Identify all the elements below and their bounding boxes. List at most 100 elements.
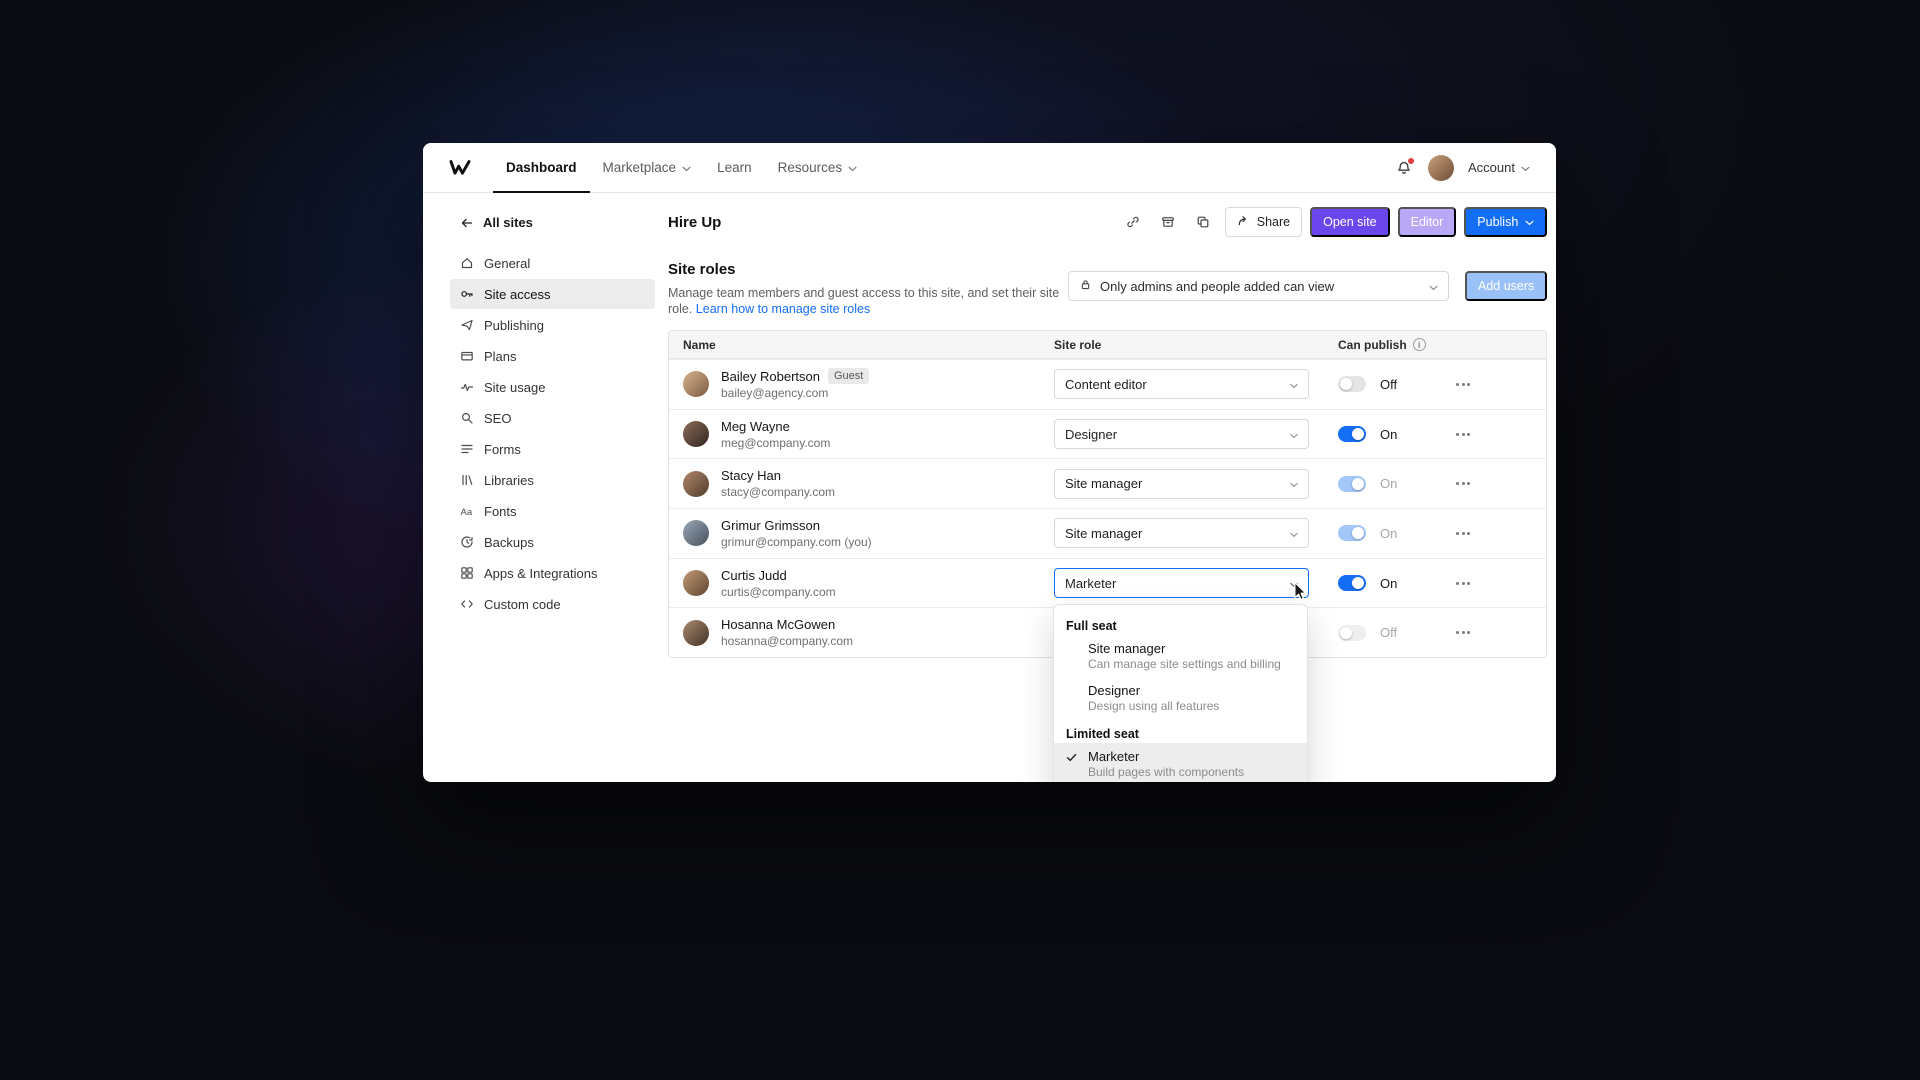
column-header-name: Name [683, 337, 716, 352]
menu-option-marketer[interactable]: Marketer Build pages with components [1054, 743, 1307, 782]
menu-group-header: Limited seat [1066, 727, 1139, 741]
row-menu-button[interactable] [1450, 621, 1480, 645]
settings-sidebar: All sites General Site access Publishing [423, 193, 668, 782]
menu-option-site-manager[interactable]: Site manager Can manage site settings an… [1054, 635, 1307, 677]
member-name: Stacy Han [721, 468, 781, 484]
info-icon[interactable]: i [1412, 338, 1426, 351]
sidebar-item-publishing[interactable]: Publishing [450, 310, 655, 340]
role-dropdown-menu: Full seat Site manager Can manage site s… [1053, 604, 1308, 782]
webflow-logo-icon[interactable] [449, 159, 471, 177]
member-avatar [683, 371, 709, 398]
apps-icon [460, 566, 474, 580]
sidebar-item-label: Forms [484, 441, 521, 457]
tab-resources[interactable]: Resources [765, 143, 871, 193]
member-cell: Grimur Grimsson grimur@company.com (you) [669, 518, 1054, 549]
account-avatar[interactable] [1428, 154, 1455, 181]
sidebar-item-label: Publishing [484, 317, 544, 333]
site-roles-section-header: Site roles Manage team members and guest… [668, 261, 1548, 317]
member-cell: Stacy Han stacy@company.com [669, 468, 1054, 499]
member-name: Bailey Robertson [721, 368, 820, 384]
can-publish-state: On [1380, 575, 1398, 591]
code-icon [460, 597, 474, 611]
row-menu-button[interactable] [1450, 372, 1480, 396]
sidebar-item-label: Apps & Integrations [484, 565, 598, 581]
row-menu-button[interactable] [1450, 422, 1480, 446]
site-role-select[interactable]: Site manager [1054, 518, 1309, 549]
sidebar-item-seo[interactable]: SEO [450, 403, 655, 433]
visibility-select[interactable]: Only admins and people added can view [1068, 271, 1449, 301]
sidebar-item-site-usage[interactable]: Site usage [450, 372, 655, 402]
tab-learn[interactable]: Learn [704, 143, 765, 193]
navbar-right: Account [1394, 154, 1530, 181]
site-actions: Share Open site Editor Publish [1120, 207, 1548, 237]
can-publish-state: On [1380, 476, 1398, 492]
usage-icon [460, 380, 474, 394]
member-email: bailey@agency.com [721, 386, 829, 401]
sidebar-item-custom-code[interactable]: Custom code [450, 589, 655, 619]
link-icon[interactable] [1120, 209, 1147, 236]
guest-badge: Guest [828, 368, 870, 385]
sidebar-item-label: SEO [484, 410, 512, 426]
back-all-sites-label: All sites [483, 215, 533, 230]
member-avatar [683, 619, 709, 646]
add-users-button[interactable]: Add users [1465, 271, 1548, 301]
sidebar-item-label: Plans [484, 348, 517, 364]
tab-marketplace-label: Marketplace [602, 160, 677, 175]
editor-button[interactable]: Editor [1397, 207, 1457, 237]
chevron-down-icon [1525, 215, 1534, 229]
chevron-down-icon [682, 160, 691, 175]
option-label: Site manager [1088, 641, 1166, 656]
tab-dashboard[interactable]: Dashboard [493, 143, 590, 193]
publish-button[interactable]: Publish [1464, 207, 1548, 237]
sidebar-item-apps-integrations[interactable]: Apps & Integrations [450, 558, 655, 588]
site-role-value: Marketer [1065, 575, 1117, 591]
archive-icon[interactable] [1155, 209, 1182, 236]
open-site-label: Open site [1323, 215, 1377, 229]
site-role-select[interactable]: Designer [1054, 419, 1309, 450]
share-button-label: Share [1256, 215, 1291, 229]
menu-option-designer[interactable]: Designer Design using all features [1054, 677, 1307, 719]
account-label: Account [1468, 160, 1515, 175]
member-cell: Bailey Robertson Guest bailey@agency.com [669, 368, 1054, 400]
can-publish-toggle[interactable] [1338, 426, 1366, 443]
row-menu-button[interactable] [1450, 571, 1480, 595]
member-avatar [683, 421, 709, 448]
back-all-sites-link[interactable]: All sites [460, 215, 655, 230]
chevron-down-icon [848, 160, 857, 175]
site-role-select-open[interactable]: Marketer [1054, 568, 1309, 599]
can-publish-toggle[interactable] [1338, 376, 1366, 393]
table-row: Curtis Judd curtis@company.com Marketer [669, 557, 1547, 608]
sidebar-item-fonts[interactable]: Aa Fonts [450, 496, 655, 526]
site-role-select[interactable]: Content editor [1054, 369, 1309, 400]
home-icon [460, 256, 474, 270]
open-site-button[interactable]: Open site [1310, 207, 1390, 237]
sidebar-item-label: General [484, 255, 531, 271]
fonts-icon: Aa [460, 504, 474, 518]
can-publish-toggle [1338, 525, 1366, 542]
row-menu-button[interactable] [1450, 472, 1480, 496]
can-publish-label: Can publish [1338, 337, 1407, 352]
tab-marketplace[interactable]: Marketplace [590, 143, 705, 193]
sidebar-item-site-access[interactable]: Site access [450, 279, 655, 309]
can-publish-toggle[interactable] [1338, 575, 1366, 592]
desktop-background: Dashboard Marketplace Learn Resources Ac… [0, 0, 1920, 1080]
sidebar-item-label: Site access [484, 286, 551, 302]
row-menu-button[interactable] [1450, 521, 1480, 545]
chevron-down-icon [1290, 427, 1298, 442]
learn-roles-link[interactable]: Learn how to manage site roles [696, 302, 870, 316]
sidebar-item-backups[interactable]: Backups [450, 527, 655, 557]
column-header-can-publish: Can publish i [1338, 338, 1450, 352]
member-email: grimur@company.com (you) [721, 534, 872, 549]
sidebar-item-general[interactable]: General [450, 248, 655, 278]
site-role-value: Site manager [1065, 476, 1143, 492]
can-publish-state: Off [1380, 625, 1398, 641]
member-avatar [683, 470, 709, 497]
sidebar-item-forms[interactable]: Forms [450, 434, 655, 464]
site-role-select[interactable]: Site manager [1054, 468, 1309, 499]
sidebar-item-libraries[interactable]: Libraries [450, 465, 655, 495]
notifications-bell-icon[interactable] [1394, 157, 1415, 178]
account-menu[interactable]: Account [1468, 160, 1530, 175]
copy-icon[interactable] [1190, 209, 1217, 236]
sidebar-item-plans[interactable]: Plans [450, 341, 655, 371]
share-button[interactable]: Share [1224, 207, 1303, 237]
